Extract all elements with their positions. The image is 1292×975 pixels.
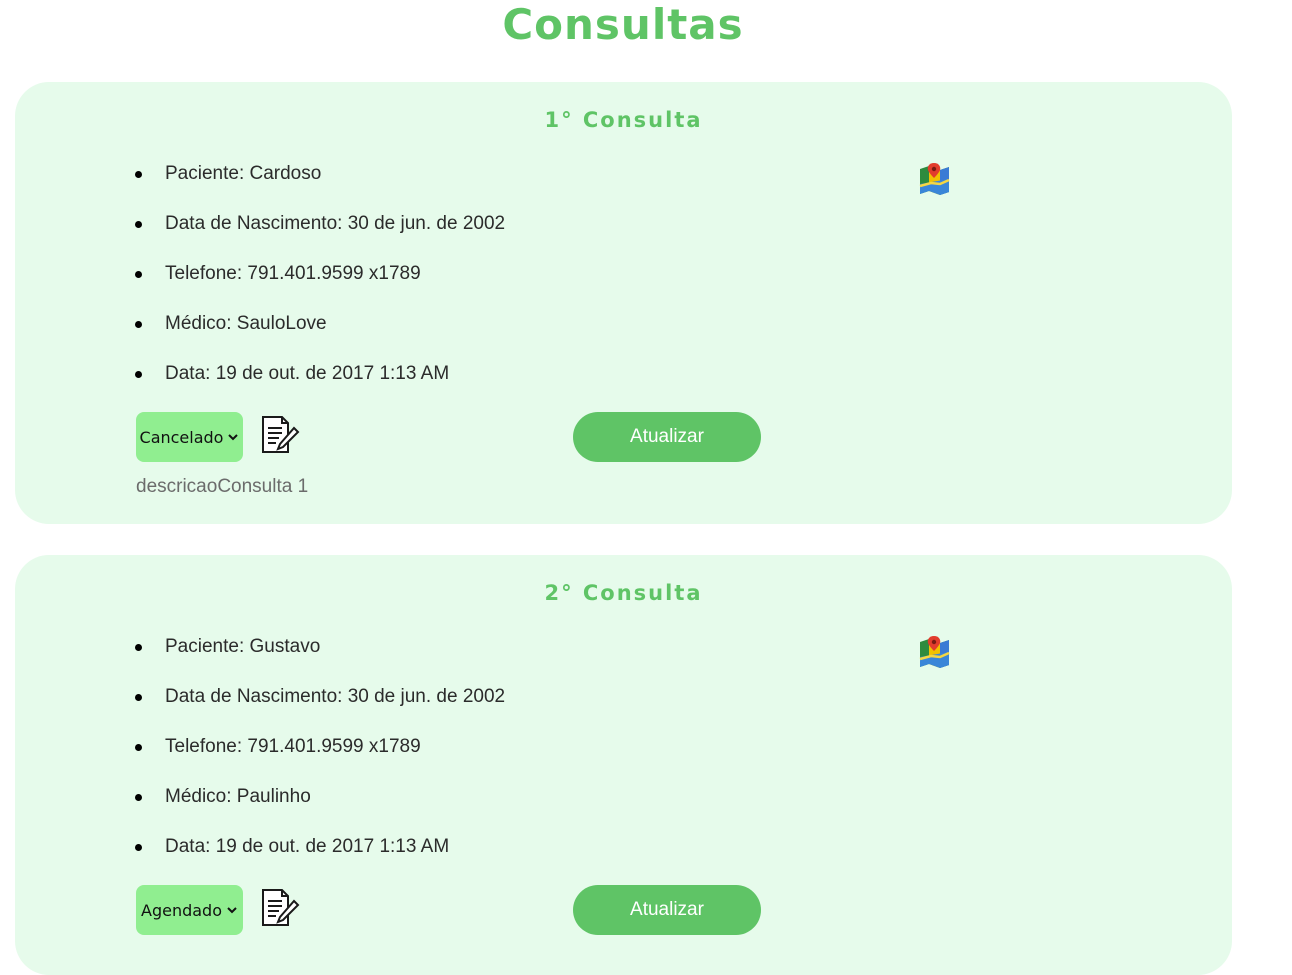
consulta-title: 2° Consulta xyxy=(544,581,703,605)
edit-document-icon[interactable] xyxy=(260,887,300,929)
doctor-info: Médico: Paulinho xyxy=(135,783,505,833)
edit-document-icon[interactable] xyxy=(260,414,300,456)
doctor-info: Médico: SauloLove xyxy=(135,310,505,360)
birthdate-text: Data de Nascimento: 30 de jun. de 2002 xyxy=(165,686,506,707)
phone-text: Telefone: 791.401.9599 x1789 xyxy=(165,263,421,284)
bullet-icon xyxy=(135,221,142,228)
patient-text: Paciente: Cardoso xyxy=(165,163,322,184)
doctor-text: Médico: Paulinho xyxy=(165,786,311,807)
status-value: Agendado xyxy=(141,900,222,920)
map-pin-icon[interactable] xyxy=(918,635,951,669)
phone-info: Telefone: 791.401.9599 x1789 xyxy=(135,733,505,783)
date-info: Data: 19 de out. de 2017 1:13 AM xyxy=(135,833,505,883)
birthdate-info: Data de Nascimento: 30 de jun. de 2002 xyxy=(135,683,505,733)
bullet-icon xyxy=(135,321,142,328)
bullet-icon xyxy=(135,271,142,278)
bullet-icon xyxy=(135,744,142,751)
update-button[interactable]: Atualizar xyxy=(573,885,761,935)
patient-text: Paciente: Gustavo xyxy=(165,636,321,657)
update-button[interactable]: Atualizar xyxy=(573,412,761,462)
patient-info: Paciente: Gustavo xyxy=(135,633,505,683)
bullet-icon xyxy=(135,644,142,651)
consulta-info-list: Paciente: Gustavo Data de Nascimento: 30… xyxy=(135,633,505,883)
chevron-down-icon xyxy=(228,434,239,441)
phone-info: Telefone: 791.401.9599 x1789 xyxy=(135,260,505,310)
patient-info: Paciente: Cardoso xyxy=(135,160,505,210)
birthdate-info: Data de Nascimento: 30 de jun. de 2002 xyxy=(135,210,505,260)
status-select[interactable]: Agendado xyxy=(136,885,243,935)
bullet-icon xyxy=(135,694,142,701)
status-value: Cancelado xyxy=(139,427,224,447)
bullet-icon xyxy=(135,171,142,178)
consulta-card: 1° Consulta Paciente: Cardoso Data de Na… xyxy=(15,82,1232,524)
consulta-title: 1° Consulta xyxy=(544,108,703,132)
date-text: Data: 19 de out. de 2017 1:13 AM xyxy=(165,363,450,384)
page-title: Consultas xyxy=(502,0,744,49)
bullet-icon xyxy=(135,794,142,801)
status-select[interactable]: Cancelado xyxy=(136,412,243,462)
map-pin-icon[interactable] xyxy=(918,162,951,196)
consulta-description: descricaoConsulta 1 xyxy=(136,476,309,497)
phone-text: Telefone: 791.401.9599 x1789 xyxy=(165,736,421,757)
consulta-info-list: Paciente: Cardoso Data de Nascimento: 30… xyxy=(135,160,505,410)
bullet-icon xyxy=(135,371,142,378)
birthdate-text: Data de Nascimento: 30 de jun. de 2002 xyxy=(165,213,506,234)
date-text: Data: 19 de out. de 2017 1:13 AM xyxy=(165,836,450,857)
bullet-icon xyxy=(135,844,142,851)
doctor-text: Médico: SauloLove xyxy=(165,313,327,334)
date-info: Data: 19 de out. de 2017 1:13 AM xyxy=(135,360,505,410)
consulta-card: 2° Consulta Paciente: Gustavo Data de Na… xyxy=(15,555,1232,975)
chevron-down-icon xyxy=(227,907,237,914)
